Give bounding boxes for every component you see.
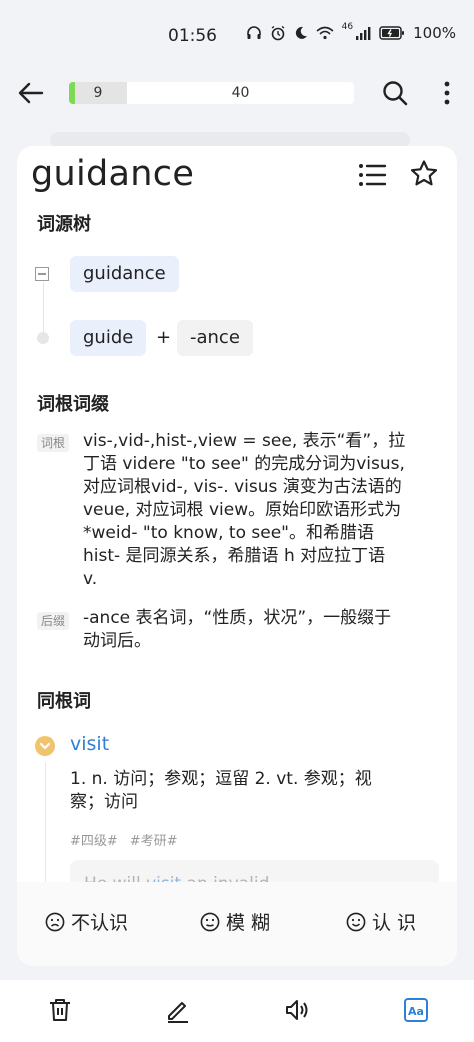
root-description-line: 丁语 videre "to see" 的完成分词为visus, <box>83 454 405 474</box>
status-time: 01:56 <box>168 26 217 46</box>
progress-done-count: 9 <box>93 85 103 101</box>
known-button[interactable]: 认 识 <box>346 908 416 935</box>
search-icon[interactable] <box>382 80 408 106</box>
exam-tag: #四级# <box>70 834 118 849</box>
signal-icon <box>356 27 371 40</box>
network-type: 46 <box>341 22 354 32</box>
back-arrow-icon[interactable] <box>18 80 44 106</box>
suffix-tag: 后缀 <box>37 612 70 630</box>
cognates-title: 同根词 <box>37 691 91 712</box>
star-icon[interactable] <box>409 159 439 189</box>
frown-face-icon <box>45 912 65 931</box>
cognate-definition-line: 1. n. 访问；参观；逗留 2. vt. 参观；视 <box>70 769 372 789</box>
chevron-down-icon[interactable] <box>35 736 55 756</box>
word-title: guidance <box>31 154 195 194</box>
alarm-icon <box>271 25 285 41</box>
cognate-definition-line: 察；访问 <box>70 792 138 812</box>
study-progress-bar: 9 40 <box>69 82 354 104</box>
status-icons: 46 100% <box>246 22 456 42</box>
etymology-tree-title: 词源树 <box>37 214 91 235</box>
root-description-line: vis-,vid-,hist-,view = see, 表示“看”，拉 <box>83 431 406 451</box>
word-card: guidance 词源树 guidance guide + -ance 词根词缀… <box>17 146 457 966</box>
list-icon[interactable] <box>357 160 387 190</box>
vague-label: 模 糊 <box>226 912 271 934</box>
root-tag: 词根 <box>37 434 70 452</box>
unknown-button[interactable]: 不认识 <box>45 908 128 935</box>
battery-icon <box>379 26 405 40</box>
root-description-line: hist- 是同源关系，希腊语 h 对应拉丁语 <box>83 546 386 566</box>
suffix-description-line: 动词后。 <box>83 631 151 651</box>
suffix-description-line: -ance 表名词，“性质，状况”，一般缀于 <box>83 608 392 628</box>
vague-button[interactable]: 模 糊 <box>200 908 270 935</box>
known-label: 认 识 <box>372 912 417 934</box>
etymology-part-chip[interactable]: -ance <box>177 320 253 356</box>
root-description-line: 对应词根vid-, vis-. visus 演变为古法语的 <box>83 477 402 497</box>
etymology-plus-sign: + <box>156 327 172 348</box>
more-icon[interactable] <box>437 80 457 106</box>
progress-done-segment: 9 <box>69 82 127 104</box>
wifi-icon <box>316 26 334 40</box>
tree-connector <box>43 282 44 332</box>
minus-box-icon[interactable] <box>35 267 49 281</box>
tree-node-dot <box>37 332 49 344</box>
cognate-tags: #四级# #考研# <box>70 830 178 849</box>
cognate-word[interactable]: visit <box>70 733 109 755</box>
battery-level: 100% <box>413 24 456 42</box>
dictionary-icon[interactable]: Aa <box>402 996 430 1024</box>
root-description-line: veue, 对应词根 view。原始印欧语形式为 <box>83 500 402 520</box>
etymology-root-chip[interactable]: guidance <box>70 256 179 292</box>
etymology-part-chip[interactable]: guide <box>70 320 147 356</box>
smile-face-icon <box>346 912 366 931</box>
root-description-line: *weid- "to know, to see"。和希腊语 <box>83 523 375 543</box>
pencil-icon[interactable] <box>164 996 192 1024</box>
unknown-label: 不认识 <box>71 912 129 934</box>
root-description-line: v. <box>83 569 98 589</box>
cognate-definition: 1. n. 访问；参观；逗留 2. vt. 参观；视 察；访问 <box>70 768 430 814</box>
suffix-description: -ance 表名词，“性质，状况”，一般缀于 动词后。 <box>83 607 447 653</box>
moon-icon <box>295 26 307 39</box>
headphones-icon <box>246 26 261 39</box>
top-bar: 9 40 <box>0 70 474 116</box>
trash-icon[interactable] <box>46 996 74 1024</box>
bottom-toolbar: Aa <box>0 980 474 1042</box>
exam-tag: #考研# <box>129 834 178 849</box>
progress-total-count: 40 <box>231 85 250 101</box>
roots-affixes-title: 词根词缀 <box>37 394 109 415</box>
neutral-face-icon <box>200 912 220 931</box>
speaker-icon[interactable] <box>283 996 311 1024</box>
root-description: vis-,vid-,hist-,view = see, 表示“看”，拉 丁语 v… <box>83 430 447 591</box>
svg-text:Aa: Aa <box>408 1005 424 1018</box>
status-bar: 01:56 46 100% <box>0 0 474 70</box>
